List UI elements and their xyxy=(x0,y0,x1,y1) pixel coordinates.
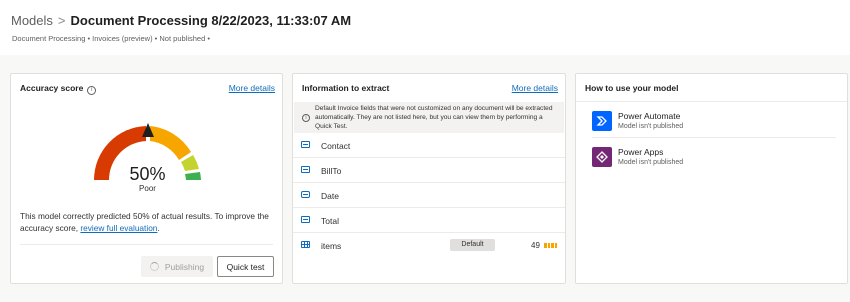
default-fields-notice: i Default Invoice fields that were not c… xyxy=(294,102,564,133)
power-automate-icon xyxy=(592,111,612,131)
accuracy-rating: Poor xyxy=(139,184,156,193)
model-metadata: Document Processing • Invoices (preview)… xyxy=(12,34,210,43)
extract-more-details-link[interactable]: More details xyxy=(512,83,558,93)
accuracy-score-heading: Accuracy score i xyxy=(20,83,97,95)
breadcrumb-models-link[interactable]: Models xyxy=(11,13,53,28)
information-to-extract-card: Information to extract More details i De… xyxy=(292,73,566,284)
how-to-use-card: How to use your model Power Automate Mod… xyxy=(575,73,848,284)
power-apps-item[interactable]: Power Apps Model isn't published xyxy=(592,147,837,169)
text-field-icon xyxy=(301,166,310,173)
spinner-icon xyxy=(149,262,159,271)
field-row-items[interactable]: items Default 49 xyxy=(293,233,565,258)
accuracy-score-card: Accuracy score i More details 50% Poor Th… xyxy=(10,73,283,284)
field-row-date[interactable]: Date xyxy=(293,183,565,208)
review-full-evaluation-link[interactable]: review full evaluation xyxy=(80,223,157,233)
power-apps-icon xyxy=(592,147,612,167)
table-field-icon xyxy=(301,241,310,248)
text-field-icon xyxy=(301,216,310,223)
breadcrumb: Models > Document Processing 8/22/2023, 11… xyxy=(11,13,351,28)
field-row-total[interactable]: Total xyxy=(293,208,565,233)
publishing-button[interactable]: Publishing xyxy=(141,256,213,277)
text-field-icon xyxy=(301,141,310,148)
extract-heading: Information to extract xyxy=(302,83,390,93)
divider xyxy=(592,137,836,138)
page-header: Models > Document Processing 8/22/2023, 11… xyxy=(0,0,850,55)
items-count: 49 xyxy=(531,241,540,250)
how-to-use-heading: How to use your model xyxy=(585,83,679,93)
accuracy-percentage: 50% xyxy=(129,164,166,184)
breadcrumb-chevron-icon: > xyxy=(57,13,66,28)
accuracy-more-details-link[interactable]: More details xyxy=(229,83,275,93)
field-row-billto[interactable]: BillTo xyxy=(293,158,565,183)
info-icon: i xyxy=(302,114,310,122)
confidence-bars-icon xyxy=(544,243,557,248)
divider xyxy=(576,101,847,102)
accuracy-description: This model correctly predicted 50% of ac… xyxy=(20,211,269,233)
page-title: Document Processing 8/22/2023, 11:33:07 … xyxy=(70,13,352,28)
date-field-icon xyxy=(301,191,310,198)
quick-test-button[interactable]: Quick test xyxy=(217,256,274,277)
divider xyxy=(20,244,273,245)
field-row-contact[interactable]: Contact xyxy=(293,133,565,158)
power-automate-item[interactable]: Power Automate Model isn't published xyxy=(592,111,837,133)
info-icon[interactable]: i xyxy=(87,86,97,95)
gauge-segment-orange xyxy=(150,126,191,160)
default-badge: Default xyxy=(450,239,495,251)
